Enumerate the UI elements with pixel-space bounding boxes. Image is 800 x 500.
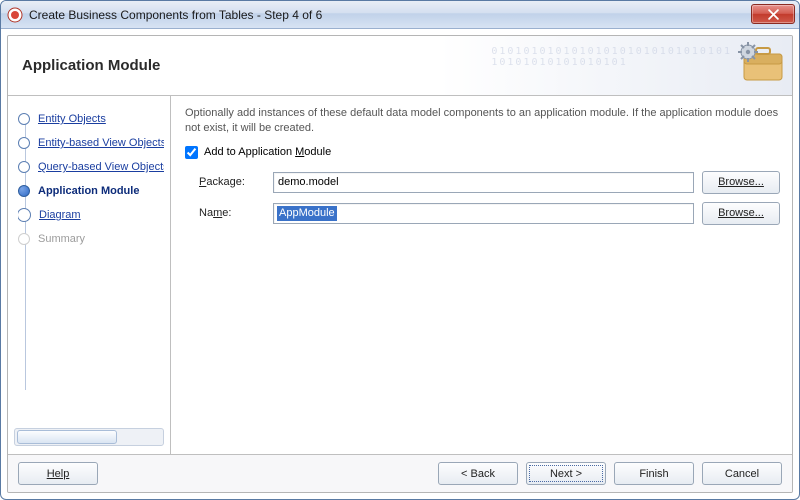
step-entity-objects[interactable]: Entity Objects	[18, 108, 164, 130]
step-list: Entity Objects Entity-based View Objects…	[8, 96, 170, 424]
step-entity-based-view-objects[interactable]: Entity-based View Objects	[18, 132, 164, 154]
sidebar-horizontal-scrollbar[interactable]	[14, 428, 164, 446]
banner-decor-digits: 010101010101010101010101010101 101010101…	[491, 46, 732, 68]
step-bullet-current-icon	[18, 185, 30, 197]
close-button[interactable]	[751, 4, 795, 24]
name-input-wrap: AppModule	[273, 203, 694, 224]
wizard-content: Optionally add instances of these defaul…	[171, 96, 792, 454]
step-bullet-icon	[18, 208, 31, 222]
step-diagram[interactable]: Diagram	[18, 204, 164, 226]
step-bullet-icon	[18, 161, 30, 173]
titlebar[interactable]: Create Business Components from Tables -…	[1, 1, 799, 29]
window-title: Create Business Components from Tables -…	[29, 8, 322, 22]
description-text: Optionally add instances of these defaul…	[185, 106, 780, 136]
wizard-footer: Help < Back Next > Finish Cancel	[8, 454, 792, 492]
wizard-body: Entity Objects Entity-based View Objects…	[8, 96, 792, 454]
back-button[interactable]: < Back	[438, 462, 518, 485]
package-input[interactable]	[273, 172, 694, 193]
scrollbar-thumb[interactable]	[17, 430, 117, 444]
app-icon	[7, 7, 23, 23]
briefcase-gear-icon	[734, 40, 786, 85]
wizard-banner: Application Module 010101010101010101010…	[8, 36, 792, 96]
name-input-selection: AppModule	[277, 206, 337, 221]
step-bullet-disabled-icon	[18, 233, 30, 245]
next-button[interactable]: Next >	[526, 462, 606, 485]
package-browse-button[interactable]: Browse...	[702, 171, 780, 194]
banner-heading: Application Module	[22, 57, 160, 74]
wizard-sidebar: Entity Objects Entity-based View Objects…	[8, 96, 171, 454]
add-to-app-module-checkbox[interactable]	[185, 146, 198, 159]
module-form: Package: Browse... Name: AppModule Brows…	[199, 171, 780, 225]
cancel-button[interactable]: Cancel	[702, 462, 782, 485]
finish-button[interactable]: Finish	[614, 462, 694, 485]
name-label: Name:	[199, 207, 265, 219]
wizard-dialog: Create Business Components from Tables -…	[0, 0, 800, 500]
step-application-module[interactable]: Application Module	[18, 180, 164, 202]
step-summary: Summary	[18, 228, 164, 250]
add-to-app-module-label[interactable]: Add to Application Module	[204, 146, 331, 158]
step-query-based-view-objects[interactable]: Query-based View Objects	[18, 156, 164, 178]
add-to-app-module-row: Add to Application Module	[185, 146, 780, 159]
package-label: Package:	[199, 176, 265, 188]
step-bullet-icon	[18, 137, 30, 149]
name-browse-button[interactable]: Browse...	[702, 202, 780, 225]
dialog-inner: Application Module 010101010101010101010…	[7, 35, 793, 493]
step-bullet-icon	[18, 113, 30, 125]
help-button[interactable]: Help	[18, 462, 98, 485]
